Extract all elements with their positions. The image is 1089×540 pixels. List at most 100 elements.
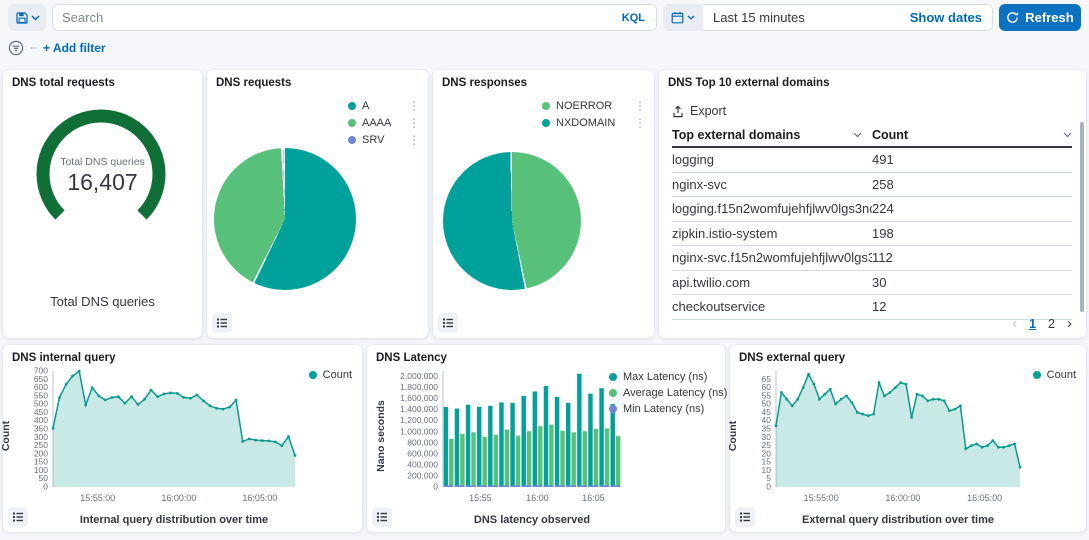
legend-label: NOERROR: [556, 100, 612, 112]
legend-item[interactable]: Max Latency (ns): [609, 371, 721, 383]
legend-menu-icon[interactable]: ⋮: [408, 136, 420, 144]
chevron-down-icon: [31, 15, 40, 21]
x-axis-title: External query distribution over time: [776, 514, 1020, 526]
table-scrollbar[interactable]: [1080, 122, 1084, 312]
legend-item[interactable]: Min Latency (ns): [609, 403, 721, 415]
legend-menu-icon[interactable]: ⋮: [634, 102, 646, 110]
legend-label: A: [362, 100, 369, 112]
cell-domain: checkoutservice: [672, 299, 872, 314]
legend-item[interactable]: Average Latency (ns): [609, 387, 721, 399]
legend-item[interactable]: NOERROR ⋮: [542, 100, 646, 112]
cell-count: 258: [872, 177, 1072, 192]
pagination-page-2[interactable]: 2: [1048, 317, 1055, 331]
search-input[interactable]: [52, 10, 610, 25]
legend-dot: [348, 119, 356, 127]
area-chart-external[interactable]: 0510152025303540455055606515:55:0016:00:…: [736, 365, 1024, 513]
table-row[interactable]: api.twilio.com30: [672, 271, 1072, 296]
legend-item[interactable]: SRV ⋮: [348, 134, 420, 146]
legend-toggle-button[interactable]: [735, 507, 755, 527]
pie-chart-dns-requests[interactable]: [214, 148, 356, 290]
cell-count: 491: [872, 152, 1072, 167]
legend-toggle-button[interactable]: [438, 313, 458, 333]
svg-text:1,000,000: 1,000,000: [400, 426, 438, 436]
svg-text:65: 65: [762, 374, 772, 384]
cell-count: 224: [872, 201, 1072, 216]
svg-text:600,000: 600,000: [407, 448, 438, 458]
legend-toggle-button[interactable]: [372, 507, 392, 527]
export-button[interactable]: Export: [672, 104, 726, 118]
pie-chart-dns-responses[interactable]: [443, 152, 581, 290]
area-chart-internal[interactable]: 0501001502002503003504004505005506006507…: [9, 365, 299, 513]
legend-dot: [609, 373, 617, 381]
bar-chart-latency[interactable]: 0200,000400,000600,000800,0001,000,0001,…: [373, 365, 625, 513]
export-icon: [672, 105, 684, 118]
refresh-button[interactable]: Refresh: [999, 4, 1081, 31]
refresh-icon: [1006, 11, 1019, 24]
pagination-prev[interactable]: ‹: [1012, 315, 1017, 332]
svg-text:800,000: 800,000: [407, 437, 438, 447]
svg-text:16:05:00: 16:05:00: [242, 493, 277, 503]
legend-item[interactable]: NXDOMAIN⋮: [542, 117, 646, 129]
cell-domain: nginx-svc.f15n2womfujehfjlwv0lgs3no...: [672, 250, 872, 265]
column-header-count[interactable]: Count: [872, 128, 1072, 142]
table-row[interactable]: zipkin.istio-system198: [672, 222, 1072, 247]
svg-text:700: 700: [34, 366, 48, 376]
legend-item[interactable]: AAAA⋮: [348, 117, 420, 129]
legend-toggle-button[interactable]: [8, 507, 28, 527]
list-icon: [216, 317, 228, 329]
panel-dns-internal-query: DNS internal query Count 050100150200250…: [3, 345, 362, 532]
legend-dot: [348, 102, 356, 110]
legend-label: Min Latency (ns): [623, 403, 704, 415]
chevron-down-icon[interactable]: [853, 132, 862, 138]
save-icon: [15, 11, 29, 25]
time-range-label[interactable]: Last 15 minutes: [703, 10, 805, 25]
date-picker: Last 15 minutes Show dates: [663, 4, 993, 31]
table-row[interactable]: nginx-svc258: [672, 173, 1072, 198]
chevron-down-icon[interactable]: [1063, 132, 1072, 138]
legend-menu-icon[interactable]: ⋮: [634, 119, 646, 127]
pagination-next[interactable]: ›: [1067, 315, 1072, 332]
table-row[interactable]: logging.f15n2womfujehfjlwv0lgs3nog....22…: [672, 197, 1072, 222]
svg-text:16:00:00: 16:00:00: [885, 493, 920, 503]
table-header-row: Top external domains Count: [672, 124, 1072, 148]
show-dates-link[interactable]: Show dates: [910, 10, 993, 25]
panel-title: DNS external query: [739, 352, 845, 364]
legend-label: Max Latency (ns): [623, 371, 707, 383]
panel-title: DNS responses: [442, 77, 527, 89]
table-row[interactable]: nginx-svc.f15n2womfujehfjlwv0lgs3no...11…: [672, 246, 1072, 271]
svg-text:16:05:00: 16:05:00: [967, 493, 1002, 503]
column-header-label: Top external domains: [672, 128, 800, 142]
svg-text:2,000,000: 2,000,000: [400, 371, 438, 381]
svg-text:0: 0: [433, 482, 438, 492]
table-row[interactable]: logging491: [672, 148, 1072, 173]
pagination-page-1[interactable]: 1: [1029, 317, 1036, 331]
svg-text:400,000: 400,000: [407, 459, 438, 469]
saved-query-menu-button[interactable]: [8, 4, 46, 31]
pie-legend: NOERROR⋮NXDOMAIN⋮: [542, 100, 646, 129]
panel-dns-responses: DNS responses NOERROR⋮NXDOMAIN⋮: [433, 70, 654, 338]
panel-dns-external-query: DNS external query Count 051015202530354…: [730, 345, 1086, 532]
legend-dot: [609, 405, 617, 413]
legend-label: SRV: [362, 134, 384, 146]
panel-dns-requests: DNS requests A⋮AAAA⋮SRV⋮: [207, 70, 428, 338]
legend-menu-icon[interactable]: ⋮: [408, 102, 420, 110]
legend-item[interactable]: Count: [309, 369, 352, 381]
legend-item[interactable]: A⋮: [348, 100, 420, 112]
kql-badge[interactable]: KQL: [610, 12, 657, 24]
legend-item[interactable]: Count: [1033, 369, 1076, 381]
svg-text:15:55: 15:55: [469, 493, 492, 503]
export-label: Export: [690, 104, 726, 118]
legend-menu-icon[interactable]: ⋮: [408, 119, 420, 127]
x-axis-title: Internal query distribution over time: [53, 514, 295, 526]
list-icon: [739, 511, 751, 523]
legend-label: Count: [323, 369, 352, 381]
cell-count: 12: [872, 299, 1072, 314]
list-icon: [12, 511, 24, 523]
legend-label: Average Latency (ns): [623, 387, 727, 399]
add-filter-link[interactable]: + Add filter: [43, 41, 106, 55]
calendar-dropdown-button[interactable]: [663, 4, 703, 31]
panel-title: DNS Top 10 external domains: [668, 77, 829, 89]
legend-dot: [609, 389, 617, 397]
legend-toggle-button[interactable]: [212, 313, 232, 333]
column-header-domains[interactable]: Top external domains: [672, 128, 872, 142]
